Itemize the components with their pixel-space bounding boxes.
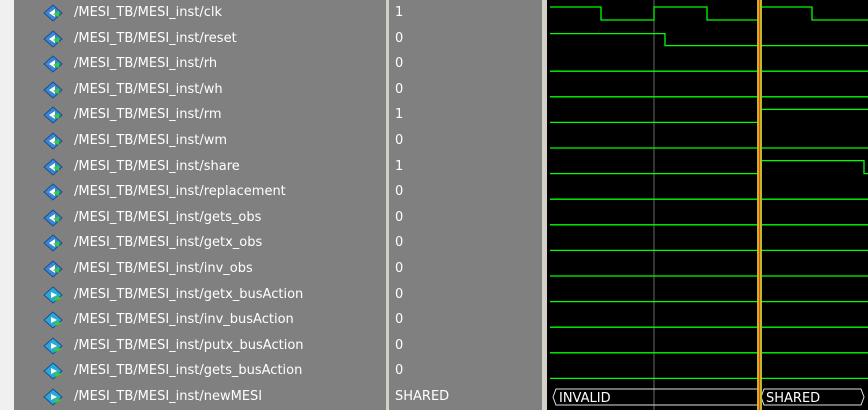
input-arrow-icon	[42, 132, 64, 150]
signal-waveform	[550, 108, 868, 124]
signal-value-row[interactable]: 0	[389, 282, 542, 308]
signal-value-row[interactable]: 0	[389, 51, 542, 77]
signal-value: 1	[395, 5, 404, 20]
input-arrow-icon	[42, 81, 64, 99]
signal-value: 0	[395, 133, 404, 148]
waveform-canvas[interactable]: INVALID SHARED	[547, 0, 868, 410]
signal-value-row[interactable]: 0	[389, 26, 542, 52]
signal-row[interactable]: /MESI_TB/MESI_inst/rh	[14, 51, 386, 77]
signal-row[interactable]: /MESI_TB/MESI_inst/reset	[14, 26, 386, 52]
output-arrow-icon	[42, 285, 64, 304]
signal-value-pane[interactable]: 1 0 0 0 1 0 1 0 0 0 0 0 0 0 0 SHARED	[389, 0, 542, 410]
signal-row[interactable]: /MESI_TB/MESI_inst/clk	[14, 0, 386, 26]
signal-name: /MESI_TB/MESI_inst/gets_busAction	[74, 363, 303, 379]
signal-value: 0	[395, 209, 404, 225]
input-arrow-icon	[42, 183, 64, 201]
wave-window: /MESI_TB/MESI_inst/clk/MESI_TB/MESI_inst…	[0, 0, 868, 410]
signal-name: /MESI_TB/MESI_inst/wm	[74, 133, 228, 148]
signal-row[interactable]: /MESI_TB/MESI_inst/gets_obs	[14, 205, 386, 231]
input-arrow-icon	[42, 55, 64, 73]
signal-name: /MESI_TB/MESI_inst/share	[74, 158, 240, 174]
signal-value: SHARED	[395, 389, 450, 404]
signal-value: 0	[395, 56, 404, 72]
signal-value: 0	[395, 81, 404, 97]
signal-row[interactable]: /MESI_TB/MESI_inst/wh	[14, 77, 386, 103]
bus-value-label: SHARED	[766, 391, 820, 406]
reset-waveform	[550, 32, 868, 47]
signal-value-row[interactable]: 0	[389, 128, 542, 154]
output-arrow-icon	[42, 388, 64, 406]
signal-name: /MESI_TB/MESI_inst/reset	[74, 30, 237, 46]
signal-name: /MESI_TB/MESI_inst/gets_obs	[74, 209, 262, 225]
signal-value: 0	[395, 337, 404, 353]
signal-value: 0	[395, 235, 404, 251]
signal-value-row[interactable]: 1	[389, 102, 542, 128]
signal-value-row[interactable]: SHARED	[389, 384, 542, 410]
input-arrow-icon	[42, 29, 64, 48]
signal-name-pane[interactable]: /MESI_TB/MESI_inst/clk/MESI_TB/MESI_inst…	[14, 0, 386, 410]
signal-name: /MESI_TB/MESI_inst/rm	[74, 107, 222, 123]
signal-row[interactable]: /MESI_TB/MESI_inst/replacement	[14, 179, 386, 205]
output-arrow-icon	[42, 311, 64, 329]
input-arrow-icon	[42, 209, 64, 227]
signal-row[interactable]: /MESI_TB/MESI_inst/inv_obs	[14, 256, 386, 282]
input-arrow-icon	[42, 234, 64, 253]
signal-name: /MESI_TB/MESI_inst/putx_busAction	[74, 337, 304, 353]
signal-value-row[interactable]: 0	[389, 230, 542, 256]
signal-value: 0	[395, 261, 404, 276]
signal-name: /MESI_TB/MESI_inst/getx_busAction	[74, 286, 304, 302]
signal-row[interactable]: /MESI_TB/MESI_inst/getx_obs	[14, 230, 386, 256]
signal-value-row[interactable]: 0	[389, 205, 542, 231]
signal-value: 0	[395, 363, 404, 379]
signal-value-row[interactable]: 1	[389, 154, 542, 180]
signal-row[interactable]: /MESI_TB/MESI_inst/rm	[14, 102, 386, 128]
signal-value-row[interactable]: 0	[389, 256, 542, 282]
signal-value: 0	[395, 312, 404, 328]
signal-value-row[interactable]: 1	[389, 0, 542, 26]
signal-row[interactable]: /MESI_TB/MESI_inst/share	[14, 154, 386, 180]
signal-waveform	[550, 159, 868, 175]
signal-value: 1	[395, 107, 404, 123]
signal-row[interactable]: /MESI_TB/MESI_inst/wm	[14, 128, 386, 154]
signal-name: /MESI_TB/MESI_inst/replacement	[74, 184, 286, 200]
input-arrow-icon	[42, 106, 64, 125]
signal-name: /MESI_TB/MESI_inst/inv_obs	[74, 261, 253, 276]
signal-name: /MESI_TB/MESI_inst/rh	[74, 56, 218, 72]
clk-waveform	[550, 6, 868, 21]
signal-value-row[interactable]: 0	[389, 179, 542, 205]
output-arrow-icon	[42, 337, 64, 355]
input-arrow-icon	[42, 4, 64, 22]
signal-row[interactable]: /MESI_TB/MESI_inst/getx_busAction	[14, 282, 386, 308]
signal-value-row[interactable]: 0	[389, 333, 542, 359]
signal-name: /MESI_TB/MESI_inst/newMESI	[74, 389, 263, 404]
signal-value: 0	[395, 184, 404, 200]
signal-value: 1	[395, 158, 404, 174]
signal-value-row[interactable]: 0	[389, 358, 542, 384]
signal-name: /MESI_TB/MESI_inst/inv_busAction	[74, 312, 294, 328]
signal-value: 0	[395, 286, 404, 302]
input-arrow-icon	[42, 260, 64, 278]
signal-value-row[interactable]: 0	[389, 77, 542, 103]
input-arrow-icon	[42, 157, 64, 176]
signal-name: /MESI_TB/MESI_inst/wh	[74, 81, 223, 97]
signal-name: /MESI_TB/MESI_inst/clk	[74, 5, 223, 20]
signal-value: 0	[395, 30, 404, 46]
signal-row[interactable]: /MESI_TB/MESI_inst/newMESI	[14, 384, 386, 410]
waveform-pane[interactable]: INVALID SHARED	[547, 0, 868, 410]
output-arrow-icon	[42, 362, 64, 381]
signal-row[interactable]: /MESI_TB/MESI_inst/putx_busAction	[14, 333, 386, 359]
bus-value-label: INVALID	[559, 391, 611, 406]
signal-name: /MESI_TB/MESI_inst/getx_obs	[74, 235, 263, 251]
signal-row[interactable]: /MESI_TB/MESI_inst/inv_busAction	[14, 307, 386, 333]
signal-row[interactable]: /MESI_TB/MESI_inst/gets_busAction	[14, 358, 386, 384]
signal-value-row[interactable]: 0	[389, 307, 542, 333]
